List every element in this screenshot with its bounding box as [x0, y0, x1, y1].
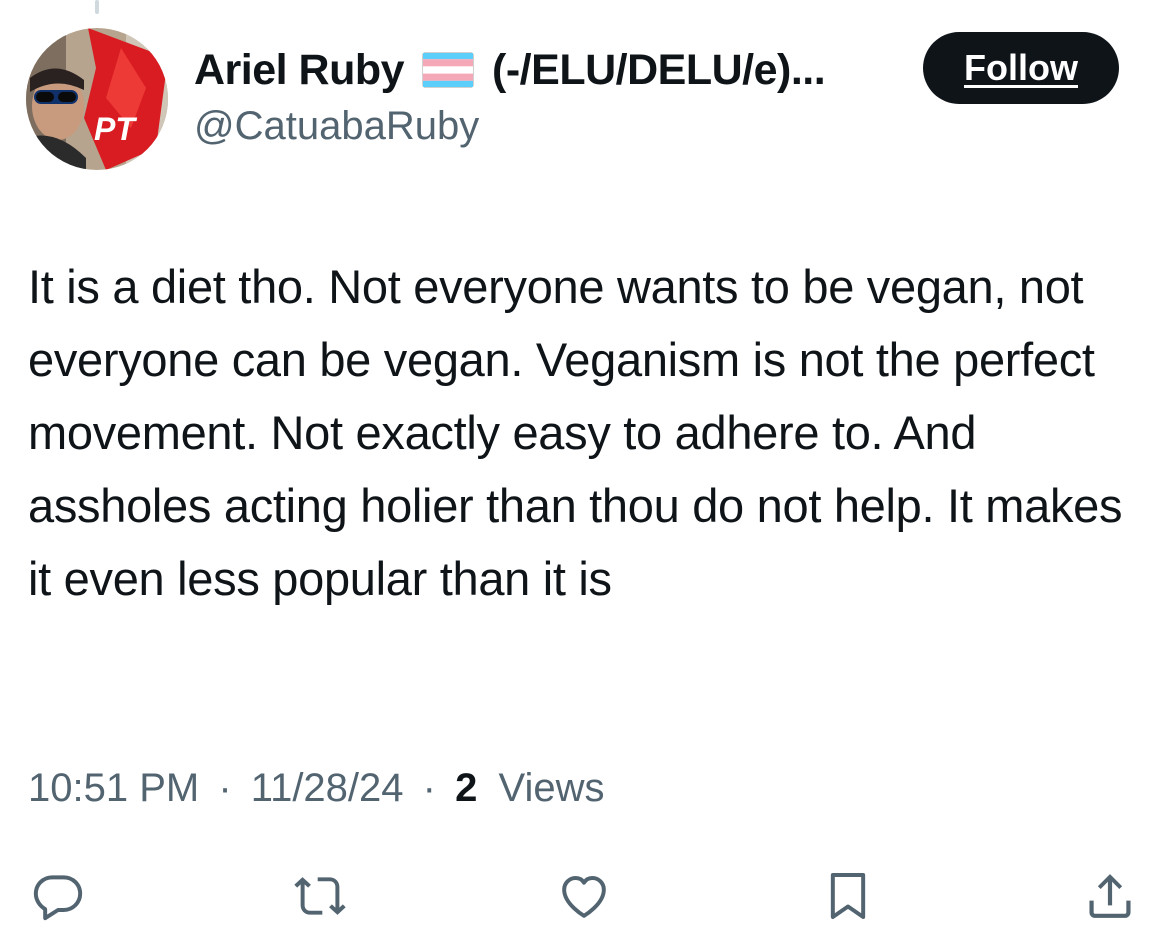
tweet-text: It is a diet tho. Not everyone wants to … [28, 260, 1123, 605]
author-name-row[interactable]: Ariel Ruby (-/ELU/DELU/e)... [194, 40, 826, 100]
bookmark-button[interactable] [818, 866, 878, 926]
reply-button[interactable] [28, 866, 88, 926]
retweet-button[interactable] [290, 866, 350, 926]
tweet-action-bar [0, 860, 1170, 930]
views-count: 2 [455, 766, 478, 810]
tweet-meta: 10:51 PM · 11/28/24 · 2 Views [28, 766, 604, 811]
tweet-time[interactable]: 10:51 PM [28, 766, 199, 810]
like-icon [562, 876, 606, 918]
meta-separator: · [218, 766, 232, 810]
avatar-image: PT [26, 28, 168, 170]
like-button[interactable] [554, 866, 614, 926]
share-icon [1089, 874, 1131, 918]
transgender-flag-icon [422, 52, 475, 88]
retweet-icon [294, 877, 346, 915]
author-handle[interactable]: @CatuabaRuby [194, 104, 479, 149]
thread-connector-line [95, 0, 99, 14]
author-name-suffix: (-/ELU/DELU/e)... [492, 45, 826, 94]
svg-text:PT: PT [94, 111, 137, 147]
follow-button[interactable]: Follow [923, 32, 1119, 104]
meta-separator: · [422, 766, 436, 810]
tweet-date[interactable]: 11/28/24 [251, 766, 404, 810]
author-display-name[interactable]: Ariel Ruby [194, 46, 405, 95]
views-label: Views [498, 766, 605, 810]
avatar[interactable]: PT [26, 28, 168, 170]
share-button[interactable] [1080, 866, 1140, 926]
bookmark-icon [830, 873, 866, 919]
reply-icon [33, 875, 83, 921]
